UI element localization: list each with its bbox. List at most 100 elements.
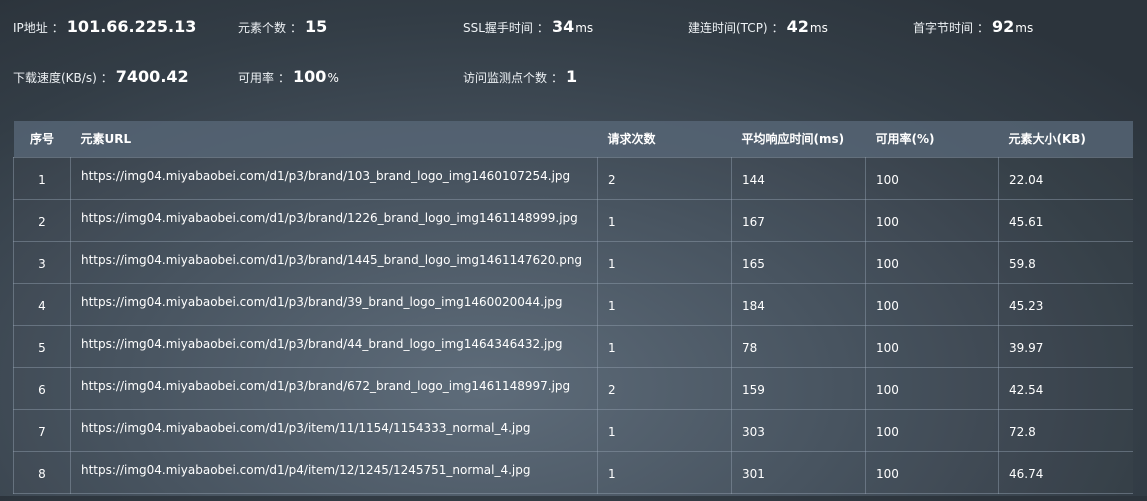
stat-value: 42 [786,17,809,36]
table-body: 1 https://img04.miyabaobei.com/d1/p3/bra… [13,156,1133,494]
stat-availability: 可用率 ： 100 % [238,67,339,86]
cell-availability: 100 [865,198,999,242]
col-header-requests: 请求次数 [607,132,656,147]
stat-label: 元素个数 [238,21,287,35]
stat-label: 访问监测点个数 [463,71,548,85]
stat-tcp-time: 建连时间(TCP) ： 42 ms [688,17,828,36]
cell-avg-response: 184 [731,282,866,326]
cell-index: 5 [13,324,71,368]
cell-avg-response: 159 [731,366,866,410]
stat-label: 首字节时间 [913,21,974,35]
stat-unit: % [327,71,339,85]
cell-avg-response: 167 [731,198,866,242]
stat-label: 可用率 [238,71,275,85]
stat-value: 101.66.225.13 [66,17,197,36]
cell-requests: 1 [597,324,732,368]
cell-availability: 100 [865,156,999,200]
cell-size: 42.54 [998,366,1133,410]
table-row: 6 https://img04.miyabaobei.com/d1/p3/bra… [13,366,1133,410]
stat-unit: ms [1015,21,1034,35]
cell-requests: 2 [597,366,732,410]
col-header-index: 序号 [29,132,54,147]
stat-label: 下载速度(KB/s) [13,71,97,85]
cell-index: 1 [13,156,71,200]
stat-value: 92 [992,17,1015,36]
stat-separator: ： [771,21,784,35]
stat-separator: ： [51,21,64,35]
table-row: 8 https://img04.miyabaobei.com/d1/p4/ite… [13,450,1133,494]
cell-url: https://img04.miyabaobei.com/d1/p3/brand… [70,366,598,410]
col-header-size: 元素大小(KB) [1008,132,1086,147]
cell-index: 4 [13,282,71,326]
cell-index: 7 [13,408,71,452]
cell-availability: 100 [865,282,999,326]
stat-separator: ： [278,71,291,85]
cell-size: 45.61 [998,198,1133,242]
cell-requests: 1 [597,450,732,494]
stat-ssl-time: SSL握手时间 ： 34 ms [463,17,593,36]
table-row: 7 https://img04.miyabaobei.com/d1/p3/ite… [13,408,1133,452]
stat-separator: ： [100,71,113,85]
cell-requests: 1 [597,240,732,284]
stat-first-byte: 首字节时间 ： 92 ms [913,17,1033,36]
cell-url: https://img04.miyabaobei.com/d1/p3/brand… [70,324,598,368]
stat-unit: ms [575,21,594,35]
cell-avg-response: 78 [731,324,866,368]
cell-requests: 2 [597,156,732,200]
stat-label: SSL握手时间 [463,21,533,35]
cell-size: 22.04 [998,156,1133,200]
table-row: 1 https://img04.miyabaobei.com/d1/p3/bra… [13,156,1133,200]
stat-label: IP地址 [13,21,48,35]
cell-index: 3 [13,240,71,284]
cell-avg-response: 165 [731,240,866,284]
cell-requests: 1 [597,282,732,326]
cell-availability: 100 [865,450,999,494]
stat-monitor-points: 访问监测点个数 ： 1 [463,67,577,86]
stat-separator: ： [290,21,303,35]
cell-size: 46.74 [998,450,1133,494]
stat-value: 7400.42 [115,67,189,86]
elements-table: 序号 元素URL 请求次数 平均响应时间(ms) 可用率(%) 元素大小(KB)… [13,121,1133,494]
col-header-availability: 可用率(%) [875,132,935,147]
cell-url: https://img04.miyabaobei.com/d1/p3/brand… [70,198,598,242]
cell-size: 59.8 [998,240,1133,284]
stat-value: 15 [305,17,328,36]
table-row: 4 https://img04.miyabaobei.com/d1/p3/bra… [13,282,1133,326]
stat-separator: ： [551,71,564,85]
stat-separator: ： [536,21,549,35]
summary-panel: IP地址 ： 101.66.225.13 元素个数 ： 15 SSL握手时间 ：… [0,0,1147,120]
stat-download-speed: 下载速度(KB/s) ： 7400.42 [13,67,189,86]
cell-size: 39.97 [998,324,1133,368]
cell-availability: 100 [865,240,999,284]
stat-value: 100 [293,67,327,86]
table-header-row: 序号 元素URL 请求次数 平均响应时间(ms) 可用率(%) 元素大小(KB) [13,121,1133,157]
cell-availability: 100 [865,366,999,410]
cell-url: https://img04.miyabaobei.com/d1/p3/brand… [70,156,598,200]
col-header-avg-response: 平均响应时间(ms) [741,132,845,147]
stat-label: 建连时间(TCP) [688,21,768,35]
cell-avg-response: 303 [731,408,866,452]
stat-element-count: 元素个数 ： 15 [238,17,327,36]
stat-separator: ： [977,21,990,35]
cell-avg-response: 144 [731,156,866,200]
cell-url: https://img04.miyabaobei.com/d1/p3/brand… [70,282,598,326]
cell-index: 2 [13,198,71,242]
cell-requests: 1 [597,408,732,452]
cell-url: https://img04.miyabaobei.com/d1/p3/item/… [70,408,598,452]
cell-index: 6 [13,366,71,410]
cell-avg-response: 301 [731,450,866,494]
table-row: 3 https://img04.miyabaobei.com/d1/p3/bra… [13,240,1133,284]
cell-url: https://img04.miyabaobei.com/d1/p3/brand… [70,240,598,284]
cell-size: 72.8 [998,408,1133,452]
table-header: 序号 元素URL 请求次数 平均响应时间(ms) 可用率(%) 元素大小(KB) [13,121,1133,157]
stat-value: 1 [566,67,578,86]
col-header-url: 元素URL [80,132,132,147]
stat-unit: ms [809,21,828,35]
cell-url: https://img04.miyabaobei.com/d1/p4/item/… [70,450,598,494]
cell-size: 45.23 [998,282,1133,326]
stat-ip: IP地址 ： 101.66.225.13 [13,17,196,36]
elements-table-container: 序号 元素URL 请求次数 平均响应时间(ms) 可用率(%) 元素大小(KB)… [13,121,1133,501]
table-row: 2 https://img04.miyabaobei.com/d1/p3/bra… [13,198,1133,242]
cell-availability: 100 [865,408,999,452]
cell-availability: 100 [865,324,999,368]
